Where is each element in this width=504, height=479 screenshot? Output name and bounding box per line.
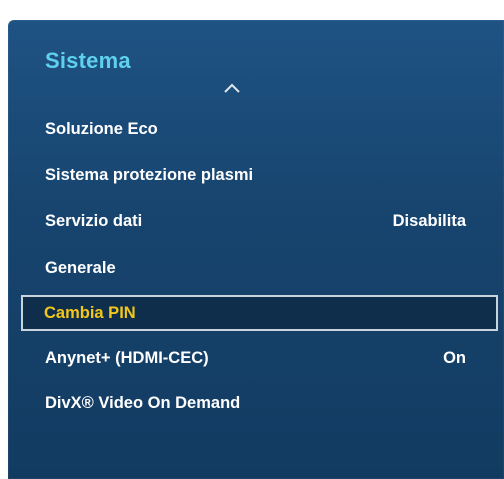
menu-item-soluzione-eco[interactable]: Soluzione Eco (8, 112, 504, 148)
menu-item-cambia-pin[interactable]: Cambia PIN (21, 295, 498, 331)
screen: Sistema Soluzione Eco Sistema protezione… (0, 0, 504, 479)
menu-item-servizio-dati[interactable]: Servizio dati Disabilita (8, 204, 504, 240)
menu-item-label: DivX® Video On Demand (45, 394, 241, 412)
menu-item-label: Sistema protezione plasmi (45, 166, 254, 184)
menu-item-label: Servizio dati (45, 212, 143, 230)
menu-item-sistema-protezione-plasmi[interactable]: Sistema protezione plasmi (8, 158, 504, 194)
menu-item-label: Cambia PIN (44, 304, 136, 322)
menu-item-divx-video-on-demand[interactable]: DivX® Video On Demand (8, 386, 504, 422)
chevron-up-icon[interactable] (222, 81, 242, 95)
menu-title: Sistema (45, 48, 131, 73)
menu-item-value: Disabilita (392, 212, 466, 230)
system-menu-panel: Sistema Soluzione Eco Sistema protezione… (8, 20, 504, 479)
menu-item-value: On (443, 349, 466, 367)
menu-item-anynet-hdmi-cec[interactable]: Anynet+ (HDMI-CEC) On (8, 341, 504, 377)
menu-item-label: Generale (45, 259, 116, 277)
menu-item-label: Anynet+ (HDMI-CEC) (45, 349, 209, 367)
menu-item-generale[interactable]: Generale (8, 251, 504, 287)
menu-item-label: Soluzione Eco (45, 120, 158, 138)
